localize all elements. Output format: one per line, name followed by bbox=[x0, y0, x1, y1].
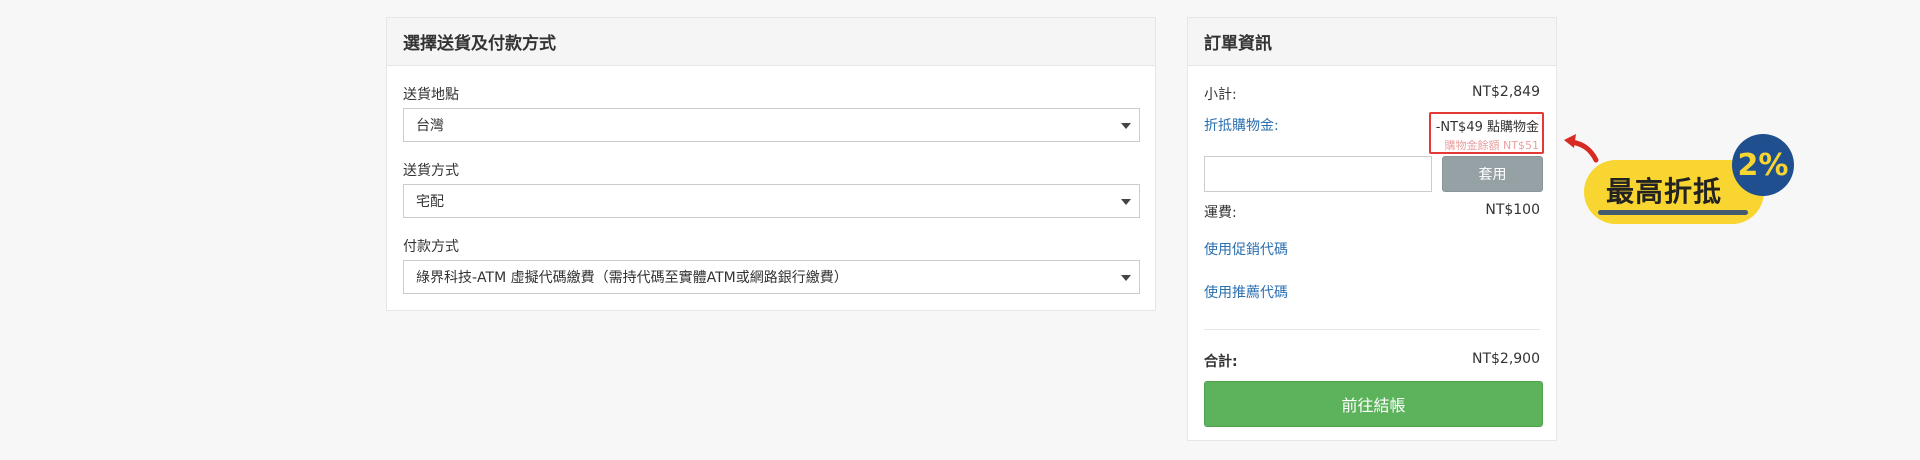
shipping-method-select[interactable]: 宅配 bbox=[403, 184, 1140, 218]
promo-text: 最高折抵 bbox=[1606, 175, 1723, 208]
shipping-fee-value: NT$100 bbox=[1485, 202, 1540, 218]
chevron-down-icon bbox=[1121, 275, 1131, 281]
subtotal-value: NT$2,849 bbox=[1471, 84, 1540, 100]
chevron-down-icon bbox=[1121, 199, 1131, 205]
chevron-down-icon bbox=[1121, 123, 1131, 129]
payment-method-select[interactable]: 綠界科技-ATM 虛擬代碼繳費（需持代碼至實體ATM或網路銀行繳費） bbox=[403, 260, 1140, 294]
payment-method-value: 綠界科技-ATM 虛擬代碼繳費（需持代碼至實體ATM或網路銀行繳費） bbox=[416, 270, 848, 286]
credit-balance: 購物金餘額 NT$51 bbox=[1444, 139, 1539, 152]
shipping-fee-row: 運費: NT$100 bbox=[1204, 202, 1540, 222]
order-info-panel: 訂單資訊 小計: NT$2,849 折抵購物金: -NT$49 點購物金 購物金… bbox=[1187, 17, 1557, 441]
red-arrow-icon bbox=[1564, 134, 1599, 163]
referral-code-link[interactable]: 使用推薦代碼 bbox=[1204, 282, 1288, 302]
shipping-payment-panel: 選擇送貨及付款方式 送貨地點 台灣 送貨方式 宅配 付款方式 綠界科技-ATM … bbox=[386, 17, 1156, 311]
shipping-fee-label: 運費: bbox=[1204, 205, 1237, 221]
total-row: 合計: NT$2,900 bbox=[1204, 351, 1540, 371]
payment-method-label: 付款方式 bbox=[403, 239, 459, 255]
credit-label-link[interactable]: 折抵購物金: bbox=[1204, 115, 1279, 135]
credit-highlight-box: -NT$49 點購物金 購物金餘額 NT$51 bbox=[1429, 112, 1544, 154]
promo-code-row: 使用促銷代碼 bbox=[1204, 239, 1540, 259]
credit-amount-input[interactable] bbox=[1204, 156, 1432, 192]
promo-code-link[interactable]: 使用促銷代碼 bbox=[1204, 239, 1288, 259]
promo-callout: 最高折抵 2% bbox=[1562, 130, 1794, 240]
divider bbox=[1204, 329, 1540, 330]
credit-value: -NT$49 點購物金 bbox=[1435, 120, 1539, 135]
shipping-method-label: 送貨方式 bbox=[403, 163, 459, 179]
promo-underline bbox=[1598, 210, 1748, 215]
destination-label: 送貨地點 bbox=[403, 87, 459, 103]
referral-code-row: 使用推薦代碼 bbox=[1204, 282, 1540, 302]
shipping-panel-title: 選擇送貨及付款方式 bbox=[387, 18, 1155, 66]
destination-select[interactable]: 台灣 bbox=[403, 108, 1140, 142]
order-panel-title: 訂單資訊 bbox=[1188, 18, 1556, 66]
apply-button[interactable]: 套用 bbox=[1442, 156, 1543, 192]
promo-percent-badge: 2% bbox=[1732, 134, 1794, 196]
subtotal-label: 小計: bbox=[1204, 87, 1237, 103]
destination-value: 台灣 bbox=[416, 118, 444, 134]
total-value: NT$2,900 bbox=[1471, 351, 1540, 367]
shipping-method-value: 宅配 bbox=[416, 194, 444, 210]
total-label: 合計: bbox=[1204, 354, 1238, 370]
checkout-button[interactable]: 前往結帳 bbox=[1204, 381, 1543, 427]
subtotal-row: 小計: NT$2,849 bbox=[1204, 84, 1540, 104]
